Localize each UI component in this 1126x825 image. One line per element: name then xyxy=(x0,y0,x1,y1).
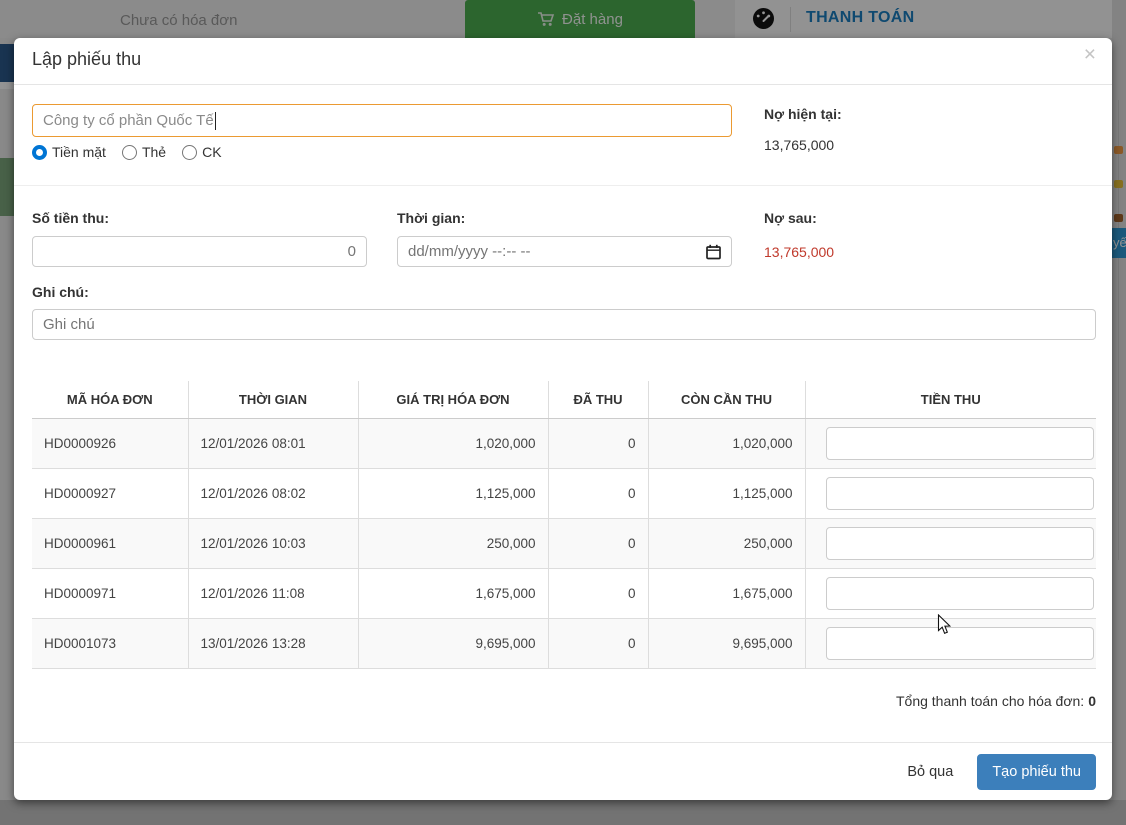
table-header-row: MÃ HÓA ĐƠN THỜI GIAN GIÁ TRỊ HÓA ĐƠN ĐÃ … xyxy=(32,381,1096,418)
section-divider xyxy=(14,185,1112,186)
current-debt-label: Nợ hiện tại: xyxy=(764,106,842,122)
invoice-code: HD0001073 xyxy=(32,618,188,668)
note-input[interactable] xyxy=(32,309,1096,340)
col-header-time: THỜI GIAN xyxy=(188,381,358,418)
calendar-icon xyxy=(706,244,721,260)
invoice-code: HD0000926 xyxy=(32,418,188,468)
total-value: 0 xyxy=(1088,693,1096,709)
total-payment-line: Tổng thanh toán cho hóa đơn:0 xyxy=(896,693,1096,709)
customer-input[interactable]: Công ty cổ phần Quốc Tế xyxy=(32,104,732,137)
mouse-cursor xyxy=(937,614,953,636)
create-receipt-modal: Lập phiếu thu × Công ty cổ phần Quốc Tế … xyxy=(14,38,1112,800)
invoice-remaining: 1,020,000 xyxy=(648,418,805,468)
invoice-paid: 0 xyxy=(548,568,648,618)
col-header-payment: TIỀN THU xyxy=(805,381,1096,418)
col-header-code: MÃ HÓA ĐƠN xyxy=(32,381,188,418)
invoice-value: 1,125,000 xyxy=(358,468,548,518)
table-row: HD0000971 12/01/2026 11:08 1,675,000 0 1… xyxy=(32,568,1096,618)
time-placeholder: dd/mm/yyyy --:-- -- xyxy=(408,243,530,260)
invoice-time: 12/01/2026 10:03 xyxy=(188,518,358,568)
radio-icon[interactable] xyxy=(122,145,137,160)
invoice-paid: 0 xyxy=(548,468,648,518)
modal-title: Lập phiếu thu xyxy=(32,49,141,70)
invoice-remaining: 1,675,000 xyxy=(648,568,805,618)
note-label: Ghi chú: xyxy=(32,284,89,300)
invoice-code: HD0000971 xyxy=(32,568,188,618)
invoice-remaining: 1,125,000 xyxy=(648,468,805,518)
invoice-value: 9,695,000 xyxy=(358,618,548,668)
radio-label: Thẻ xyxy=(142,144,166,160)
invoice-time: 12/01/2026 08:01 xyxy=(188,418,358,468)
invoice-value: 1,020,000 xyxy=(358,418,548,468)
screen: Chưa có hóa đơn Đặt hàng THANH TOÁN xyxy=(0,0,1126,825)
col-header-paid: ĐÃ THU xyxy=(548,381,648,418)
table-row: HD0000961 12/01/2026 10:03 250,000 0 250… xyxy=(32,518,1096,568)
modal-footer: Bỏ qua Tạo phiếu thu xyxy=(14,742,1112,800)
radio-label: CK xyxy=(202,144,221,160)
customer-input-value: Công ty cổ phần Quốc Tế xyxy=(43,112,214,129)
skip-button[interactable]: Bỏ qua xyxy=(893,754,967,790)
payment-amount-input[interactable] xyxy=(826,527,1094,560)
table-row: HD0000927 12/01/2026 08:02 1,125,000 0 1… xyxy=(32,468,1096,518)
col-header-remaining: CÒN CẦN THU xyxy=(648,381,805,418)
create-receipt-button[interactable]: Tạo phiếu thu xyxy=(977,754,1096,790)
radio-the[interactable]: Thẻ xyxy=(122,144,166,160)
payment-amount-input[interactable] xyxy=(826,477,1094,510)
invoice-time: 12/01/2026 11:08 xyxy=(188,568,358,618)
radio-ck[interactable]: CK xyxy=(182,144,221,160)
invoice-paid: 0 xyxy=(548,618,648,668)
debt-after-value: 13,765,000 xyxy=(764,244,834,260)
invoice-paid: 0 xyxy=(548,518,648,568)
payment-amount-input[interactable] xyxy=(826,627,1094,660)
invoice-paid: 0 xyxy=(548,418,648,468)
radio-icon[interactable] xyxy=(182,145,197,160)
time-label: Thời gian: xyxy=(397,210,465,226)
time-input[interactable]: dd/mm/yyyy --:-- -- xyxy=(397,236,732,267)
payment-amount-input[interactable] xyxy=(826,577,1094,610)
table-row: HD0000926 12/01/2026 08:01 1,020,000 0 1… xyxy=(32,418,1096,468)
invoice-value: 250,000 xyxy=(358,518,548,568)
col-header-value: GIÁ TRỊ HÓA ĐƠN xyxy=(358,381,548,418)
total-label: Tổng thanh toán cho hóa đơn: xyxy=(896,693,1084,709)
invoice-value: 1,675,000 xyxy=(358,568,548,618)
radio-tien-mat[interactable]: Tiền mặt xyxy=(32,144,106,160)
amount-label: Số tiền thu: xyxy=(32,210,109,226)
radio-selected-icon[interactable] xyxy=(32,145,47,160)
invoice-code: HD0000927 xyxy=(32,468,188,518)
payment-amount-input[interactable] xyxy=(826,427,1094,460)
payment-method-radios: Tiền mặt Thẻ CK xyxy=(32,144,222,160)
amount-input[interactable] xyxy=(32,236,367,267)
radio-label: Tiền mặt xyxy=(52,144,106,160)
text-caret xyxy=(215,112,216,130)
invoice-remaining: 9,695,000 xyxy=(648,618,805,668)
invoice-time: 12/01/2026 08:02 xyxy=(188,468,358,518)
invoice-remaining: 250,000 xyxy=(648,518,805,568)
modal-header: Lập phiếu thu × xyxy=(14,38,1112,85)
invoice-time: 13/01/2026 13:28 xyxy=(188,618,358,668)
debt-after-label: Nợ sau: xyxy=(764,210,817,226)
current-debt-value: 13,765,000 xyxy=(764,137,834,153)
invoice-code: HD0000961 xyxy=(32,518,188,568)
close-icon[interactable]: × xyxy=(1084,44,1096,65)
